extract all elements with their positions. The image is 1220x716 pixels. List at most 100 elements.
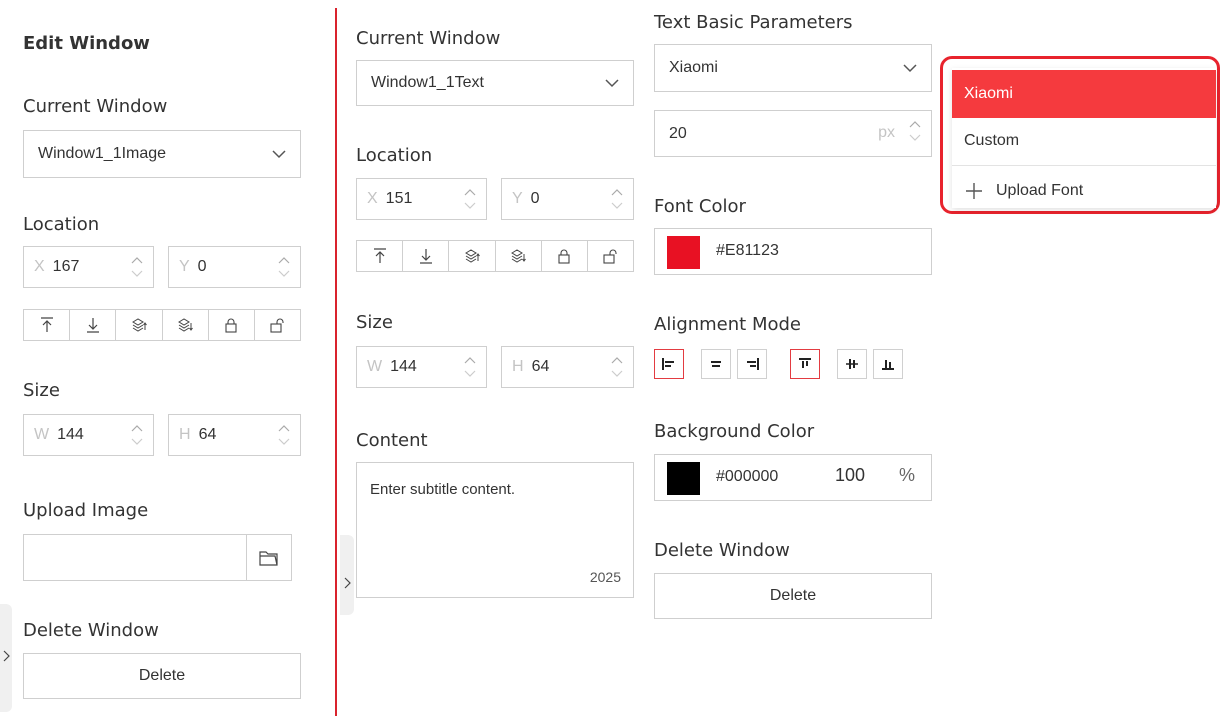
align-center-icon (711, 361, 721, 367)
font-color-swatch[interactable] (667, 236, 700, 269)
upload-image-label: Upload Image (23, 500, 149, 521)
chevron-down-icon (605, 78, 619, 87)
chevron-down-icon (272, 149, 286, 158)
delete-button[interactable]: Delete (23, 653, 301, 699)
layer-down-icon (178, 318, 193, 332)
height-input[interactable]: H 64 (501, 346, 634, 388)
send-backward-button[interactable] (163, 310, 209, 340)
align-center-button[interactable] (701, 349, 731, 379)
h-axis-label: H (179, 426, 191, 443)
delete-window-label: Delete Window (23, 620, 159, 641)
move-to-top-button[interactable] (24, 310, 71, 340)
content-label: Content (356, 430, 428, 451)
align-bottom-button[interactable] (873, 349, 903, 379)
y-axis-label: Y (179, 258, 190, 275)
h-axis-label: H (512, 358, 524, 375)
left-collapse-tab[interactable] (0, 604, 12, 712)
current-window-select[interactable]: Window1_1Text (356, 60, 634, 106)
current-window-value: Window1_1Text (371, 74, 484, 91)
upload-image-input[interactable] (23, 534, 247, 581)
font-size-value: 20 (669, 124, 687, 142)
chevron-right-icon (344, 577, 351, 589)
layer-toolbar (23, 309, 301, 341)
width-input[interactable]: W 144 (356, 346, 487, 388)
y-input[interactable]: Y 0 (168, 246, 301, 288)
size-label: Size (23, 380, 60, 401)
font-color-input[interactable]: #E81123 (654, 228, 932, 275)
width-input[interactable]: W 144 (23, 414, 154, 456)
content-char-counter: 2025 (589, 569, 621, 585)
stepper-icon[interactable] (276, 421, 292, 449)
stepper-icon[interactable] (129, 421, 145, 449)
size-label: Size (356, 312, 393, 333)
background-color-label: Background Color (654, 421, 815, 442)
stepper-icon[interactable] (129, 253, 145, 281)
h-value: 64 (198, 426, 217, 443)
upload-font-label: Upload Font (996, 182, 1084, 199)
layer-down-icon (511, 249, 526, 263)
align-right-button[interactable] (737, 349, 767, 379)
arrow-up-to-top-icon (373, 248, 386, 263)
height-input[interactable]: H 64 (168, 414, 301, 456)
y-value: 0 (197, 258, 207, 275)
background-color-hex: #000000 (716, 468, 779, 485)
lock-button[interactable] (209, 310, 255, 340)
arrow-up-to-top-icon (40, 317, 53, 332)
align-top-button[interactable] (790, 349, 820, 379)
bring-forward-button[interactable] (116, 310, 163, 340)
font-option-xiaomi[interactable]: Xiaomi (952, 70, 1216, 118)
opacity-unit: % (899, 465, 916, 485)
align-left-icon (662, 358, 674, 370)
panel-title: Edit Window (23, 33, 150, 54)
font-size-input[interactable]: 20 px (654, 110, 932, 157)
dropdown-divider (952, 165, 1216, 166)
x-input[interactable]: X 151 (356, 178, 487, 220)
move-to-top-button[interactable] (357, 241, 404, 271)
layer-up-icon (464, 249, 480, 263)
middle-collapse-tab[interactable] (340, 535, 354, 615)
delete-button[interactable]: Delete (654, 573, 932, 619)
stepper-icon[interactable] (907, 117, 923, 145)
unlock-button[interactable] (255, 310, 300, 340)
font-option-custom[interactable]: Custom (952, 118, 1216, 164)
w-axis-label: W (367, 358, 383, 375)
stepper-icon[interactable] (462, 353, 478, 381)
x-axis-label: X (34, 258, 45, 275)
move-to-bottom-button[interactable] (403, 241, 450, 271)
opacity-value[interactable]: 100 (835, 465, 865, 486)
unlock-button[interactable] (588, 241, 633, 271)
delete-window-label: Delete Window (654, 540, 790, 561)
bring-forward-button[interactable] (449, 241, 496, 271)
stepper-icon[interactable] (609, 353, 625, 381)
unlock-icon (603, 249, 617, 264)
x-value: 151 (385, 190, 413, 207)
y-axis-label: Y (512, 190, 523, 207)
background-color-input[interactable]: #000000 100 % (654, 454, 932, 501)
font-size-unit: px (878, 124, 895, 141)
content-textarea[interactable]: Enter subtitle content. 2025 (356, 462, 634, 598)
move-to-bottom-button[interactable] (70, 310, 117, 340)
lock-icon (558, 249, 570, 264)
chevron-down-icon (903, 64, 917, 73)
background-color-swatch[interactable] (667, 462, 700, 495)
content-placeholder: Enter subtitle content. (370, 481, 516, 498)
panel-divider (335, 8, 337, 716)
w-value: 144 (57, 426, 84, 443)
upload-font-option[interactable]: Upload Font (952, 168, 1216, 214)
font-select[interactable]: Xiaomi (654, 44, 932, 92)
send-backward-button[interactable] (496, 241, 542, 271)
stepper-icon[interactable] (462, 185, 478, 213)
font-value: Xiaomi (669, 59, 718, 76)
x-input[interactable]: X 167 (23, 246, 154, 288)
unlock-icon (270, 318, 284, 333)
current-window-select[interactable]: Window1_1Image (23, 130, 301, 178)
lock-button[interactable] (542, 241, 588, 271)
arrow-down-to-bottom-icon (419, 249, 432, 264)
stepper-icon[interactable] (276, 253, 292, 281)
align-middle-button[interactable] (837, 349, 867, 379)
browse-folder-button[interactable] (246, 534, 292, 581)
stepper-icon[interactable] (609, 185, 625, 213)
y-input[interactable]: Y 0 (501, 178, 634, 220)
align-left-button[interactable] (654, 349, 684, 379)
plus-icon (966, 183, 982, 199)
